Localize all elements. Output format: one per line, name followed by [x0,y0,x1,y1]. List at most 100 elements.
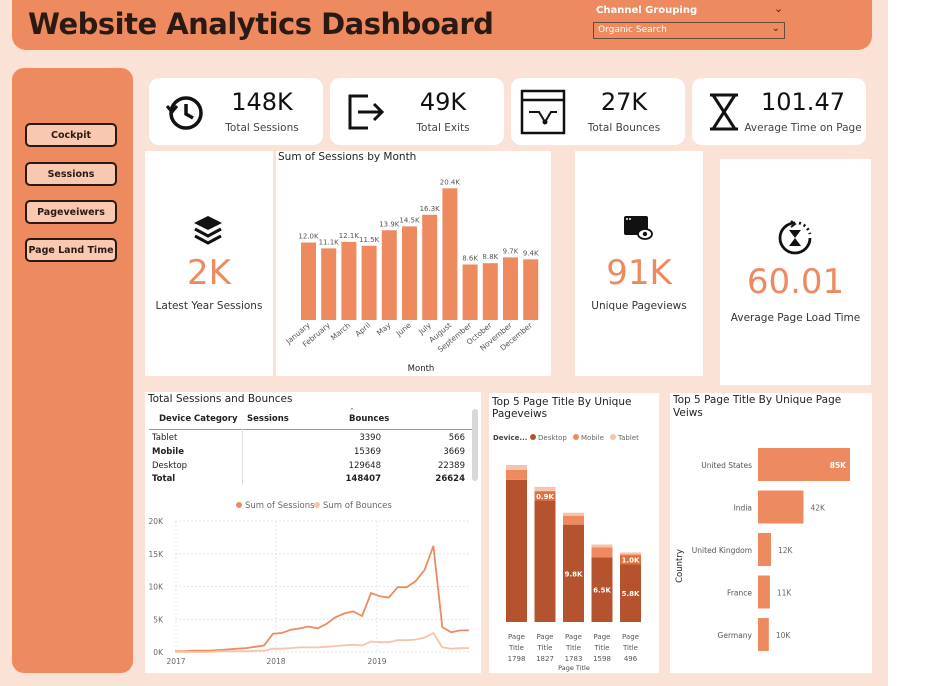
month-bar [422,214,438,320]
x-axis-label: Page Title [558,664,590,672]
stacked-segment [506,469,527,480]
stacked-segment [591,547,613,558]
x-axis-label: Month [408,364,435,374]
hourglass-icon [710,93,738,131]
legend-label: Sum of Bounces [323,501,392,511]
avg-load-time-card: 60.01 Average Page Load Time [720,159,871,385]
month-bar [503,257,518,320]
x-tick-label: Page [508,633,525,641]
top5-countries-card: Top 5 Page Title By Unique Page Veiws Un… [670,393,872,673]
bar-data-label: 10K [776,631,792,640]
stacked-segment [534,486,556,491]
bar-data-label: 20.4K [440,178,461,186]
bar-data-label: 9.7K [503,247,519,255]
y-tick-label: United States [701,461,752,470]
x-tick-label: April [353,321,372,339]
month-bar [462,264,478,320]
avg-load-time-label: Average Page Load Time [730,312,861,324]
dashboard-canvas: Website Analytics Dashboard Channel Grou… [0,0,888,686]
sidebar: Cockpit Sessions Pageveiwers Page Land T… [12,68,133,673]
stacked-segment [506,465,527,470]
cell: 566 [448,433,465,443]
y-tick-label: 5K [153,615,164,624]
nav-sessions-button[interactable]: Sessions [25,162,117,186]
header-bar: Website Analytics Dashboard Channel Grou… [12,0,872,50]
history-clock-icon [165,96,203,130]
top5-countries-bar-chart: United States 85K India 42K United Kingdom 12… [675,448,850,651]
latest-year-label: Latest Year Sessions [155,300,263,312]
sessions-by-month-card: Sum of Sessions by Month 12.0K January 11.… [276,151,551,376]
stacked-segment [563,512,584,516]
country-bar [758,618,769,651]
device-table: Device Category Sessions Bounces ⌃ Table… [149,407,475,492]
column-header[interactable]: Sessions [247,414,289,424]
top5-pages-card: Top 5 Page Title By Unique Pageveiws Dev… [489,393,659,673]
bar-data-label: 0.9K [536,493,554,501]
kpi-value: 101.47 [761,88,845,116]
x-tick-label: Page [565,633,582,641]
legend-label: Tablet [617,434,639,442]
kpi-value: 27K [600,88,648,116]
nav-cockpit-button[interactable]: Cockpit [25,123,117,147]
legend-label: Desktop [538,434,567,442]
x-tick-label: 1783 [565,655,583,663]
table-row[interactable]: Tablet 3390 566 [149,433,465,446]
x-tick-label: Page [622,633,639,641]
x-tick-label: March [329,320,352,342]
kpi-card-average-time: 101.47 Average Time on Page [692,78,866,145]
legend-marker [573,434,579,440]
x-tick-label: May [375,320,393,337]
table-row[interactable]: Mobile 15369 3669 [149,447,465,460]
x-tick-label: Title [593,644,609,652]
column-header[interactable]: Bounces [349,414,389,424]
kpi-label: Total Exits [416,122,470,134]
bar-data-label: 42K [810,504,826,513]
table-scrollbar[interactable] [472,409,478,481]
bar-data-label: 16.3K [420,205,441,213]
cell: Total [152,474,176,484]
bar-data-label: 11K [777,589,793,598]
nav-pageviewers-button[interactable]: Pageveiwers [25,200,117,224]
page-title: Website Analytics Dashboard [28,7,494,41]
cell: 26624 [435,474,465,484]
y-tick-label: Germany [718,631,753,640]
y-tick-label: India [734,504,752,513]
x-tick-label: 2017 [166,657,185,666]
x-tick-label: 1798 [508,655,526,663]
x-tick-label: 496 [624,655,638,663]
sessions-by-month-chart: 12.0KJanuary11.1KFebruary12.1KMarch11.5K… [283,178,539,374]
chevron-down-icon[interactable]: ⌄ [774,2,783,15]
cell: Tablet [152,433,178,443]
month-bar [361,245,377,320]
stacked-segment [563,515,584,525]
stacked-segment [620,552,641,555]
kpi-card-total-sessions: 148K Total Sessions [149,78,323,145]
sessions-bounces-line-chart: Sum of Sessions Sum of Bounces 0K 5K 10K 15K 2… [149,501,471,666]
browser-eye-icon [624,216,653,240]
browser-bounce-icon [520,89,566,135]
table-row[interactable]: Desktop 129648 22389 [149,461,465,474]
x-tick-label: Title [622,644,638,652]
dropdown-value: Organic Search [598,25,667,35]
month-bar [321,248,337,320]
x-tick-label: Title [565,644,581,652]
column-header[interactable]: Device Category [159,414,238,424]
legend-marker [530,434,536,440]
bar-data-label: 14.5K [399,216,420,224]
x-tick-label: 1598 [593,655,611,663]
y-tick-label: 20K [149,517,165,526]
month-bar [402,226,417,320]
legend-label: Mobile [581,434,604,442]
legend-label: Sum of Sessions [245,501,315,511]
channel-grouping-dropdown[interactable]: Organic Search ⌄ [593,22,785,39]
legend-marker [610,434,616,440]
y-tick-label: 10K [149,583,165,592]
x-tick-label: 2019 [367,657,386,666]
stacked-segment [534,499,556,622]
nav-page-land-time-button[interactable]: Page Land Time [25,238,117,262]
bar-data-label: 6.5K [593,587,611,595]
bar-data-label: 9.8K [565,570,583,578]
latest-year-card: 2K Latest Year Sessions [145,151,273,376]
y-tick-label: France [727,589,752,598]
cell: Desktop [152,461,188,471]
